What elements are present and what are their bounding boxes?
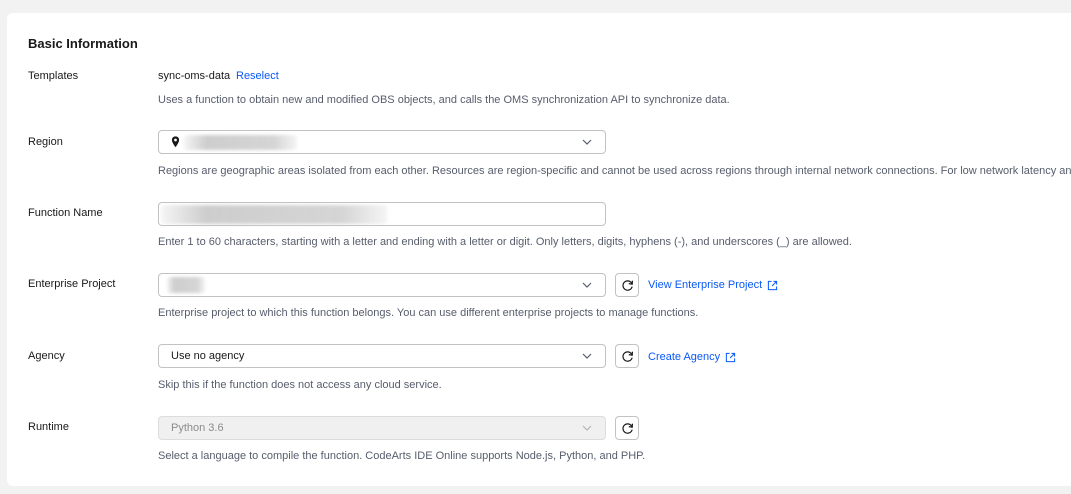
function-name-value-redacted bbox=[161, 205, 387, 224]
refresh-runtime-button[interactable] bbox=[615, 416, 639, 440]
chevron-down-icon bbox=[582, 139, 592, 145]
function-name-input[interactable] bbox=[158, 202, 606, 226]
section-title: Basic Information bbox=[28, 36, 138, 51]
templates-hint: Uses a function to obtain new and modifi… bbox=[158, 94, 730, 106]
region-value-redacted bbox=[184, 135, 297, 150]
chevron-down-icon bbox=[582, 425, 592, 431]
refresh-agency-button[interactable] bbox=[615, 344, 639, 368]
location-pin-icon bbox=[171, 136, 180, 148]
enterprise-project-value-redacted bbox=[167, 277, 205, 293]
function-name-label: Function Name bbox=[28, 207, 103, 219]
refresh-enterprise-project-button[interactable] bbox=[615, 273, 639, 297]
basic-information-card: Basic Information Templates sync-oms-dat… bbox=[7, 13, 1071, 486]
enterprise-project-select[interactable] bbox=[158, 273, 606, 297]
refresh-icon bbox=[621, 279, 633, 291]
agency-select[interactable]: Use no agency bbox=[158, 344, 606, 368]
reselect-link-label[interactable]: Reselect bbox=[236, 70, 279, 82]
refresh-icon bbox=[621, 350, 633, 362]
view-enterprise-project-link[interactable]: View Enterprise Project bbox=[648, 279, 778, 291]
enterprise-project-label: Enterprise Project bbox=[28, 278, 116, 290]
view-enterprise-project-label[interactable]: View Enterprise Project bbox=[648, 279, 762, 291]
templates-label: Templates bbox=[28, 70, 79, 82]
reselect-link[interactable]: Reselect bbox=[236, 70, 279, 82]
function-name-hint: Enter 1 to 60 characters, starting with … bbox=[158, 236, 852, 248]
template-name: sync-oms-data bbox=[158, 70, 231, 82]
external-link-icon bbox=[767, 280, 778, 290]
agency-hint: Skip this if the function does not acces… bbox=[158, 379, 442, 391]
enterprise-project-hint: Enterprise project to which this functio… bbox=[158, 307, 699, 319]
create-agency-link[interactable]: Create Agency bbox=[648, 351, 736, 363]
agency-label: Agency bbox=[28, 350, 65, 362]
refresh-icon bbox=[621, 422, 633, 434]
region-label: Region bbox=[28, 136, 63, 148]
runtime-label: Runtime bbox=[28, 421, 69, 433]
create-agency-label[interactable]: Create Agency bbox=[648, 351, 720, 363]
runtime-select: Python 3.6 bbox=[158, 416, 606, 440]
runtime-hint: Select a language to compile the functio… bbox=[158, 450, 646, 462]
agency-select-value: Use no agency bbox=[171, 350, 245, 362]
region-select[interactable] bbox=[158, 130, 606, 154]
runtime-select-value: Python 3.6 bbox=[171, 422, 224, 434]
region-hint: Regions are geographic areas isolated fr… bbox=[158, 165, 1071, 177]
chevron-down-icon bbox=[582, 353, 592, 359]
chevron-down-icon bbox=[582, 282, 592, 288]
external-link-icon bbox=[726, 352, 736, 362]
